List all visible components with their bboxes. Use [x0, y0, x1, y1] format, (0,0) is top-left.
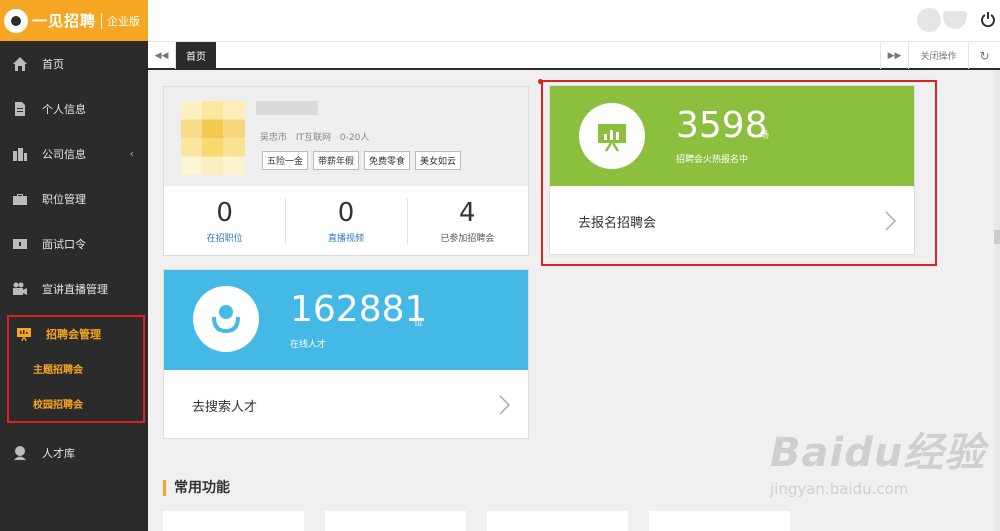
stat-value: 0 [216, 198, 233, 228]
close-operations-button[interactable]: 关闭操作 [908, 42, 968, 69]
briefcase-icon [12, 191, 28, 207]
stat-label: 已参加招聘会 [440, 234, 495, 244]
video-camera-icon [12, 281, 28, 297]
power-icon[interactable] [980, 11, 996, 28]
tab-scroll-right-icon[interactable]: ▶▶ [880, 42, 908, 69]
common-functions-title: 常用功能 [163, 480, 230, 496]
sidebar-item-label: 人才库 [42, 446, 75, 460]
stat-live-videos[interactable]: 0 直播视频 [285, 186, 406, 256]
logo-eye-icon [4, 8, 28, 33]
sidebar: 一见招聘 企业版 首页 个人信息 公司信息 ‹ 职位管理 面试口令 宣讲直播管理… [0, 0, 148, 531]
presentation-icon [16, 326, 32, 342]
function-card[interactable] [325, 511, 466, 531]
watermark-main: Baidu经验 [770, 430, 986, 476]
stat-label[interactable]: 直播视频 [328, 231, 364, 244]
talent-hands-icon [193, 286, 259, 352]
tab-bar: ◀◀ 首页 ▶▶ 关闭操作 ↻ [148, 41, 1000, 70]
sidebar-item-live-management[interactable]: 宣讲直播管理 [0, 266, 148, 311]
sidebar-item-label: 职位管理 [42, 192, 86, 206]
sidebar-item-label: 个人信息 [42, 102, 86, 116]
company-name-blurred [256, 101, 318, 115]
sidebar-item-company-info[interactable]: 公司信息 ‹ [0, 131, 148, 176]
refresh-icon[interactable]: ↻ [968, 42, 1000, 69]
welfare-tag: 免费零食 [364, 151, 411, 170]
company-profile-card: 吴忠市 IT互联网 0-20人 五险一金 带薪年假 免费零食 美女如云 0 在招… [163, 86, 529, 256]
scrollbar[interactable] [994, 70, 1000, 531]
annotation-dot [538, 79, 543, 84]
logo-divider [101, 12, 103, 29]
function-card[interactable] [163, 511, 304, 531]
function-card[interactable] [487, 511, 628, 531]
watermark-url: jingyan.baidu.com [770, 480, 909, 498]
sidebar-item-label: 招聘会管理 [46, 328, 101, 341]
search-talent-label: 去搜索人才 [192, 399, 258, 415]
sidebar-subitem-campus-fair[interactable]: 校园招聘会 [9, 386, 143, 421]
talent-card: 162881 位 在线人才 去搜索人才 [163, 269, 529, 439]
building-icon [12, 146, 28, 162]
annotation-highlight-box [541, 80, 937, 266]
welfare-tag: 美女如云 [415, 151, 462, 170]
talent-count: 162881 [290, 289, 428, 330]
welfare-tag: 五险一金 [262, 151, 309, 170]
brand-edition: 企业版 [107, 14, 141, 28]
welfare-tag: 带薪年假 [313, 151, 360, 170]
tab-home[interactable]: 首页 [176, 42, 216, 69]
avatar[interactable] [917, 8, 941, 32]
sidebar-item-talent-pool[interactable]: 人才库 [0, 430, 148, 475]
sidebar-item-job-fair[interactable]: 招聘会管理 [9, 317, 143, 351]
company-meta: 吴忠市 IT互联网 0-20人 [260, 133, 370, 143]
sidebar-item-job-management[interactable]: 职位管理 [0, 176, 148, 221]
chevron-left-icon: ‹ [129, 147, 134, 160]
talent-subtitle: 在线人才 [290, 340, 327, 350]
welfare-tags: 五险一金 带薪年假 免费零食 美女如云 [262, 151, 462, 170]
stat-label[interactable]: 在招职位 [207, 231, 243, 244]
key-card-icon [12, 236, 28, 252]
sidebar-item-label: 首页 [42, 57, 64, 71]
home-icon [12, 56, 28, 72]
document-icon [12, 101, 28, 117]
top-bar [148, 0, 1000, 41]
baidu-watermark: Baidu经验 jingyan.baidu.com [770, 420, 985, 498]
brand-logo[interactable]: 一见招聘 企业版 [0, 0, 148, 41]
stat-value: 0 [337, 198, 355, 228]
sidebar-item-interview-code[interactable]: 面试口令 [0, 221, 148, 266]
sidebar-item-label: 宣讲直播管理 [42, 282, 108, 296]
sidebar-item-label: 面试口令 [42, 237, 86, 251]
sidebar-subitem-theme-fair[interactable]: 主题招聘会 [9, 351, 143, 386]
sidebar-group-job-fair: 招聘会管理 主题招聘会 校园招聘会 [7, 315, 145, 423]
talent-pool-icon [12, 445, 28, 461]
function-card[interactable] [649, 511, 790, 531]
stat-open-jobs[interactable]: 0 在招职位 [164, 186, 285, 256]
stat-joined-fairs: 4 已参加招聘会 [406, 186, 528, 256]
sidebar-item-personal-info[interactable]: 个人信息 [0, 86, 148, 131]
tab-scroll-left-icon[interactable]: ◀◀ [148, 42, 176, 69]
chevron-right-icon [498, 395, 511, 415]
avatar-secondary[interactable] [943, 11, 967, 29]
search-talent-link[interactable]: 去搜索人才 [164, 370, 528, 440]
brand-name: 一见招聘 [32, 12, 97, 30]
sidebar-item-home[interactable]: 首页 [0, 41, 148, 86]
stat-value: 4 [459, 198, 476, 228]
talent-count-unit: 位 [414, 318, 424, 328]
company-logo-blurred [181, 101, 245, 175]
sidebar-item-label: 公司信息 [42, 147, 86, 161]
